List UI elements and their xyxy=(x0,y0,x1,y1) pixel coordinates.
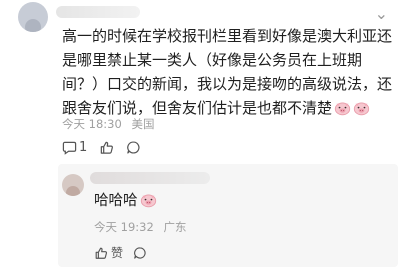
comment-meta: 今天 18:30 美国 xyxy=(62,116,160,132)
comment-reply-count: 1 xyxy=(79,140,88,155)
like-button[interactable] xyxy=(99,140,114,155)
reply-icon xyxy=(127,141,140,154)
pig-emoji xyxy=(140,194,156,208)
reply-time: 今天 19:32 xyxy=(94,220,154,234)
reply-text: 哈哈哈 xyxy=(94,190,157,212)
reply-box: 哈哈哈 今天 19:32 广东 赞 xyxy=(58,164,398,267)
like-icon xyxy=(101,141,114,154)
comment-icon xyxy=(62,141,77,155)
reply-actions: 赞 xyxy=(94,244,147,261)
pig-emoji xyxy=(353,102,370,116)
reply-username[interactable] xyxy=(90,172,210,184)
more-icon[interactable]: ⌄ xyxy=(375,6,388,22)
pig-emoji xyxy=(334,102,351,116)
comment-location: 美国 xyxy=(131,117,155,131)
comment-username[interactable] xyxy=(56,6,140,18)
reply-meta: 今天 19:32 广东 xyxy=(94,219,192,235)
reply-like-button[interactable]: 赞 xyxy=(94,244,123,261)
comment-actions: 1 xyxy=(62,140,141,155)
reply-reply-button[interactable] xyxy=(133,246,147,260)
comment-time: 今天 18:30 xyxy=(62,117,122,131)
comment-button[interactable]: 1 xyxy=(62,140,87,155)
reply-button[interactable] xyxy=(126,140,141,155)
reply-text-body: 哈哈哈 xyxy=(94,193,138,209)
comment-text: 高一的时候在学校报刊栏里看到好像是澳大利亚还是哪里禁止某一类人（好像是公务员在上… xyxy=(62,24,392,120)
reply-like-label: 赞 xyxy=(111,246,124,260)
comment-avatar[interactable] xyxy=(18,2,48,32)
reply-location: 广东 xyxy=(163,220,187,234)
like-icon xyxy=(95,247,108,259)
reply-icon xyxy=(134,246,146,259)
reply-avatar[interactable] xyxy=(62,174,84,196)
